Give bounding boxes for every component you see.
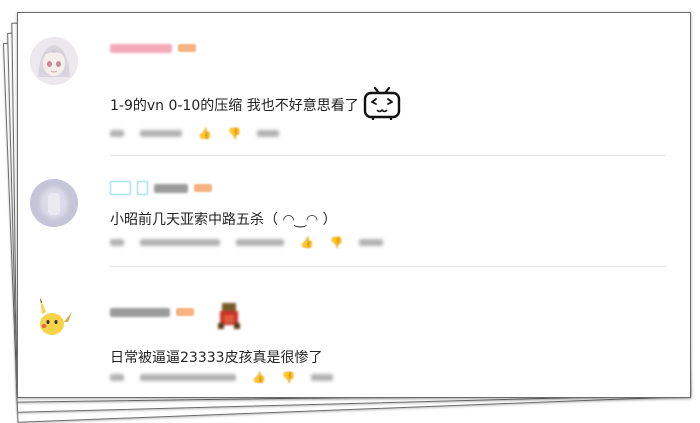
thumb-up-icon[interactable]: 👍 <box>198 127 212 140</box>
level-badge <box>176 308 194 316</box>
username-row <box>110 305 194 319</box>
divider <box>110 266 666 267</box>
username[interactable] <box>110 307 170 317</box>
floor-number <box>110 374 124 381</box>
thumb-down-icon[interactable]: 👎 <box>282 371 296 384</box>
fan-badge-level <box>136 181 148 195</box>
pixel-sticker-icon <box>218 303 240 329</box>
floor-number <box>110 130 124 137</box>
comment-meta: 👍 👎 <box>110 236 384 249</box>
level-badge <box>178 44 196 52</box>
anime-girl-avatar-icon[interactable] <box>30 37 78 85</box>
level-badge <box>193 184 212 192</box>
comment-card: 1-9的vn 0-10的压缩 我也不好意思看了 👍 👎 小昭前几天亚索中路五杀（… <box>17 12 691 398</box>
comment-meta: 👍 👎 <box>110 371 334 384</box>
username-row <box>110 181 212 195</box>
username[interactable] <box>110 43 172 53</box>
reply-button[interactable] <box>257 130 280 137</box>
pikachu-avatar-icon[interactable] <box>30 292 78 340</box>
reply-button[interactable] <box>359 239 384 246</box>
blurred-avatar-icon[interactable] <box>30 179 78 227</box>
username[interactable] <box>153 183 188 193</box>
timestamp <box>140 130 182 137</box>
fan-badge <box>110 181 131 195</box>
username-row <box>110 41 196 55</box>
timestamp <box>140 239 220 246</box>
thumb-up-icon[interactable]: 👍 <box>300 236 314 249</box>
floor-number <box>110 239 124 246</box>
comment-text: 1-9的vn 0-10的压缩 我也不好意思看了 <box>110 98 359 114</box>
thumb-up-icon[interactable]: 👍 <box>252 371 266 384</box>
timestamp-extra <box>236 239 284 246</box>
thumb-down-icon[interactable]: 👎 <box>330 236 344 249</box>
timestamp <box>140 374 236 381</box>
comment-text: 小昭前几天亚索中路五杀（ ◠‿◠ ） <box>110 212 337 228</box>
comment-text: 日常被逼逼23333皮孩真是很惨了 <box>110 350 323 366</box>
thumb-down-icon[interactable]: 👎 <box>228 127 242 140</box>
divider <box>110 155 666 156</box>
bilibili-tv-emoji-icon <box>363 86 401 120</box>
comment-meta: 👍 👎 <box>110 127 280 140</box>
reply-button[interactable] <box>311 374 334 381</box>
